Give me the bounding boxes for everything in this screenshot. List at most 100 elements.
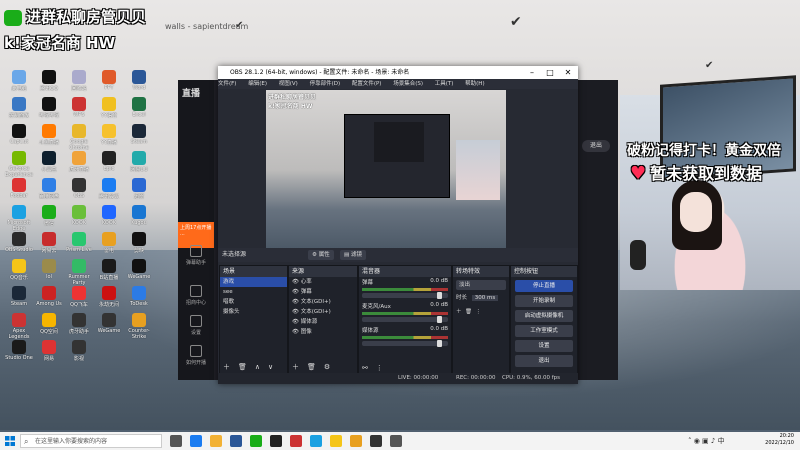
trash-icon[interactable]: 🗑 bbox=[465, 309, 472, 315]
source-item[interactable]: 👁 图像 bbox=[289, 327, 357, 337]
scene-item[interactable]: see bbox=[220, 287, 287, 297]
desktop-icon[interactable]: PPT bbox=[94, 70, 124, 91]
menu-docks[interactable]: 停靠部件(D) bbox=[310, 81, 341, 87]
obs2-taskbar-icon[interactable] bbox=[370, 435, 382, 447]
up-icon[interactable]: ∧ bbox=[255, 363, 260, 371]
desktop-icon[interactable]: Word bbox=[124, 70, 154, 91]
desktop-icon[interactable]: Microsoft Edge bbox=[4, 205, 34, 232]
sidebar-item-howto[interactable]: 如何开播 bbox=[180, 345, 212, 366]
desktop-icon[interactable]: 腾讯会议 bbox=[94, 178, 124, 200]
menu-help[interactable]: 帮助(H) bbox=[465, 81, 484, 87]
desktop-icon[interactable]: Steam bbox=[4, 286, 34, 307]
desktop-icon[interactable]: Epic bbox=[94, 151, 124, 172]
desktop-icon[interactable]: Steam bbox=[124, 124, 154, 145]
desktop-icon[interactable]: 小黑盒 bbox=[34, 151, 64, 173]
desktop-icon[interactable]: Prism Live bbox=[64, 232, 94, 253]
desktop-icon[interactable]: WeGame bbox=[94, 313, 124, 334]
duration-input[interactable]: 300 ms bbox=[471, 295, 499, 301]
desktop-icon[interactable]: YY直播 bbox=[94, 124, 124, 146]
desktop-icon[interactable]: 回收站 bbox=[64, 70, 94, 92]
desktop-icon[interactable]: B站直播 bbox=[94, 259, 124, 281]
virtual-camera-button[interactable]: 启动虚拟摄像机 bbox=[515, 310, 573, 322]
add-icon[interactable]: ＋ bbox=[223, 363, 230, 371]
desktop-icon[interactable]: YY语音 bbox=[94, 97, 124, 119]
desktop-icon[interactable]: 永劫无间 bbox=[94, 286, 124, 308]
desktop-icon[interactable]: 控制面板 bbox=[4, 97, 34, 119]
desktop-icon[interactable]: WPS bbox=[64, 97, 94, 118]
desktop-icon[interactable]: Rummer Party bbox=[64, 259, 94, 286]
filters-button[interactable]: ▤ 滤镜 bbox=[340, 250, 366, 260]
desktop-icon[interactable]: Foobar bbox=[4, 178, 34, 199]
desktop-icon[interactable]: 斗鱼直播 bbox=[34, 124, 64, 146]
link-icon[interactable]: ⚯ bbox=[362, 364, 368, 372]
transition-select[interactable]: 淡出 bbox=[456, 280, 506, 290]
menu-profile[interactable]: 配置文件(P) bbox=[352, 81, 382, 87]
menu-view[interactable]: 视图(V) bbox=[279, 81, 298, 87]
desktop-icon[interactable]: 影视 bbox=[64, 340, 94, 362]
desktop-icon[interactable]: Apex Legends bbox=[4, 313, 34, 340]
menu-dots-icon[interactable]: ⋮ bbox=[476, 309, 482, 315]
desktop-icon[interactable]: 网易 bbox=[34, 340, 64, 362]
source-item[interactable]: 👁 心率 bbox=[289, 277, 357, 287]
studio-mode-button[interactable]: 工作室模式 bbox=[515, 325, 573, 337]
menu-dots-icon[interactable]: ⋮ bbox=[376, 364, 383, 372]
mixer-channel[interactable]: 麦克风/Aux 0.0 dB bbox=[359, 301, 451, 325]
desktop-icon[interactable]: Google Chrome bbox=[64, 124, 94, 151]
add-icon[interactable]: ＋ bbox=[456, 309, 462, 315]
desktop-icon[interactable]: Studio One bbox=[4, 340, 34, 361]
music-taskbar-icon[interactable] bbox=[330, 435, 342, 447]
menu-tools[interactable]: 工具(T) bbox=[435, 81, 454, 87]
clock[interactable]: 20:20 2022/12/10 bbox=[765, 433, 794, 447]
volume-slider[interactable] bbox=[362, 340, 448, 347]
maximize-icon[interactable]: □ bbox=[540, 66, 560, 79]
desktop-icon[interactable]: lol bbox=[34, 259, 64, 280]
desktop-icon[interactable]: Excel bbox=[124, 97, 154, 118]
desktop-icon[interactable]: 网易云 bbox=[34, 232, 64, 254]
store-icon[interactable] bbox=[230, 435, 242, 447]
desktop-icon[interactable]: 虎牙直播 bbox=[64, 151, 94, 173]
desktop-icon[interactable]: 剪映 bbox=[124, 232, 154, 254]
desktop-icon[interactable]: Kugou bbox=[124, 205, 154, 226]
exit-button[interactable]: 退出 bbox=[582, 140, 610, 152]
source-item[interactable]: 👁 弹幕 bbox=[289, 287, 357, 297]
desktop-icon[interactable]: Among Us bbox=[34, 286, 64, 307]
stop-streaming-button[interactable]: 停止直播 bbox=[515, 280, 573, 292]
live-taskbar-icon[interactable] bbox=[350, 435, 362, 447]
desktop-icon[interactable]: ToDesk bbox=[124, 286, 154, 307]
desktop-icon[interactable]: 腾讯QQ bbox=[34, 70, 64, 92]
sidebar-item-settings[interactable]: 设置 bbox=[180, 315, 212, 336]
close-icon[interactable]: ✕ bbox=[558, 66, 578, 79]
taskbar-search-input[interactable]: ⌕ 在这里输入你要搜索的内容 bbox=[20, 434, 162, 448]
menu-edit[interactable]: 编辑(E) bbox=[248, 81, 267, 87]
obs-taskbar-icon[interactable] bbox=[270, 435, 282, 447]
volume-knob[interactable] bbox=[437, 340, 442, 347]
mixer-channel[interactable]: 媒体源 0.0 dB bbox=[359, 325, 451, 349]
sidebar-item-danmu[interactable]: 弹幕助手 bbox=[180, 245, 212, 266]
scene-item[interactable]: 摄像头 bbox=[220, 307, 287, 317]
misc-taskbar-icon[interactable] bbox=[390, 435, 402, 447]
desktop-icon[interactable]: OBS bbox=[64, 178, 94, 199]
desktop-icon[interactable]: 雷电 bbox=[94, 232, 124, 254]
desktop-icon[interactable]: OBS Studio bbox=[4, 232, 34, 253]
desktop-icon[interactable]: 网易UU bbox=[124, 151, 154, 173]
scene-item[interactable]: 唱歌 bbox=[220, 297, 287, 307]
obs-preview[interactable]: 进群私聊房管贝贝 k!家冠名商 HW bbox=[266, 90, 506, 250]
trash-icon[interactable]: 🗑 bbox=[307, 363, 316, 371]
start-recording-button[interactable]: 开始录制 bbox=[515, 295, 573, 307]
properties-button[interactable]: ⚙ 属性 bbox=[308, 250, 334, 260]
source-item[interactable]: 👁 媒体源 bbox=[289, 317, 357, 327]
menu-scene-collection[interactable]: 场景集合(S) bbox=[393, 81, 423, 87]
desktop-icon[interactable]: 哔哩哔哩 bbox=[34, 97, 64, 119]
app-taskbar-icon[interactable] bbox=[290, 435, 302, 447]
desktop-icon[interactable]: QQ飞车 bbox=[64, 286, 94, 308]
desktop-icon[interactable]: QQ空间 bbox=[34, 313, 64, 335]
scene-item[interactable]: 游戏 bbox=[220, 277, 287, 287]
desktop-icon[interactable]: KOOK bbox=[94, 205, 124, 226]
windows-start-icon[interactable] bbox=[5, 436, 15, 446]
sidebar-item-biz[interactable]: 招商中心 bbox=[180, 285, 212, 306]
volume-slider[interactable] bbox=[362, 292, 448, 299]
exit-obs-button[interactable]: 退出 bbox=[515, 355, 573, 367]
desktop-icon[interactable]: QQ音乐 bbox=[4, 259, 34, 281]
desktop-icon[interactable]: 微信 bbox=[34, 205, 64, 227]
volume-knob[interactable] bbox=[437, 292, 442, 299]
